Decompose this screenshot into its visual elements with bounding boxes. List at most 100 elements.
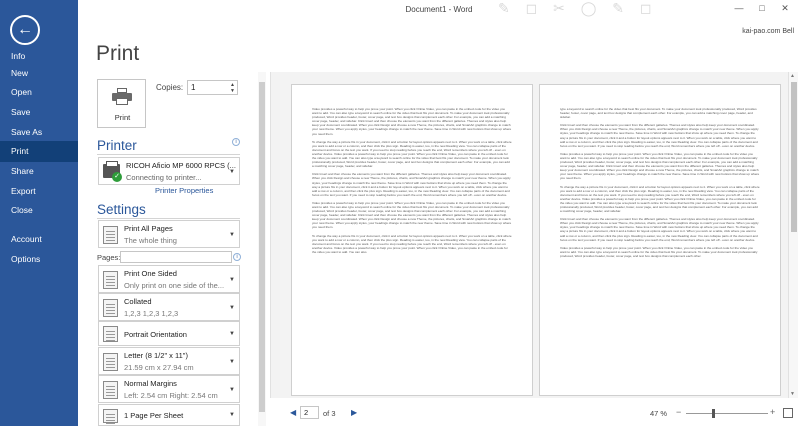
collated-icon: [103, 299, 118, 317]
chevron-down-icon: ▼: [229, 169, 235, 175]
divider: [97, 218, 240, 219]
window-title: Document1 - Word: [405, 5, 473, 14]
zoom-slider-thumb[interactable]: [712, 409, 716, 418]
nav-item-save[interactable]: Save: [0, 102, 78, 123]
close-icon[interactable]: ✕: [774, 3, 796, 14]
nav-item-close[interactable]: Close: [0, 200, 78, 221]
previous-page-icon[interactable]: ◀: [290, 408, 296, 417]
printer-section-title: Printer: [97, 138, 137, 153]
nav-item-print[interactable]: Print: [0, 141, 78, 162]
paper-size-dropdown[interactable]: Letter (8 1/2" x 11") 21.59 cm x 27.94 c…: [98, 347, 240, 375]
orientation-dropdown[interactable]: Portrait Orientation ▼: [98, 321, 240, 346]
info-icon[interactable]: i: [233, 253, 241, 261]
portrait-icon: [103, 326, 118, 342]
zoom-to-page-icon[interactable]: [783, 408, 793, 418]
one-sided-icon: [103, 271, 118, 289]
preview-page-left: Video provides a powerful way to help yo…: [291, 84, 533, 396]
title-bar: ✎ ◻ ✂ ◯ ✎ ◻ Document1 - Word — □ ✕: [78, 0, 800, 24]
nav-item-share[interactable]: Share: [0, 161, 78, 182]
page-text: Video provides a powerful way to help yo…: [312, 107, 512, 391]
preview-paragraph: To change the way a picture fits in your…: [560, 184, 760, 214]
settings-section-title: Settings: [97, 202, 146, 217]
user-account-name[interactable]: kai-pao.com Bell: [742, 28, 794, 35]
margins-icon: [103, 381, 118, 399]
collation-dropdown[interactable]: Collated 1,2,3 1,2,3 1,2,3 ▼: [98, 293, 240, 321]
scroll-down-icon[interactable]: ▼: [790, 391, 795, 397]
settings-scrollbar[interactable]: [258, 72, 266, 426]
copies-value: 1: [191, 83, 196, 92]
setting-label: Collated: [124, 297, 152, 306]
preview-paragraph: type a keyword to search online for the …: [560, 107, 757, 120]
preview-paragraph: Click Insert and then choose the element…: [560, 123, 759, 148]
chevron-down-icon: ▼: [229, 277, 235, 283]
printer-dropdown[interactable]: ✓ RICOH Aficio MP 6000 RPCS (... Connect…: [98, 157, 240, 185]
pages-label: Pages:: [97, 253, 121, 262]
pages-input[interactable]: [120, 251, 232, 263]
preview-scrollbar[interactable]: ▲ ▼: [788, 72, 798, 398]
paper-size-icon: [103, 353, 118, 371]
margins-dropdown[interactable]: Normal Margins Left: 2.54 cm Right: 2.54…: [98, 375, 240, 403]
nav-item-export[interactable]: Export: [0, 181, 78, 202]
preview-paragraph: Video provides a powerful way to help yo…: [560, 151, 760, 181]
pages-icon: [103, 226, 118, 244]
current-page-input[interactable]: 2: [300, 406, 319, 419]
print-preview: Video provides a powerful way to help yo…: [270, 72, 788, 398]
preview-paragraph: Video provides a powerful way to help yo…: [560, 245, 758, 258]
nav-item-options[interactable]: Options: [0, 249, 78, 270]
page-count: of 3: [323, 409, 336, 418]
back-arrow-icon[interactable]: ←: [10, 15, 40, 45]
check-icon: ✓: [112, 172, 122, 182]
setting-label: Letter (8 1/2" x 11"): [124, 351, 188, 360]
zoom-slider[interactable]: [686, 413, 768, 414]
preview-paragraph: Click Insert and then choose the element…: [312, 172, 511, 197]
info-icon[interactable]: i: [232, 138, 240, 146]
printer-name: RICOH Aficio MP 6000 RPCS (...: [126, 161, 236, 170]
preview-page-right: type a keyword to search online for the …: [539, 84, 781, 396]
preview-paragraph: Click Insert and then choose the element…: [560, 217, 759, 242]
word-print-backstage: ← Info New Open Save Save As Print Share…: [0, 0, 800, 426]
scrollbar-thumb[interactable]: [259, 82, 265, 412]
zoom-in-icon[interactable]: +: [770, 407, 775, 417]
nav-item-new[interactable]: New: [0, 63, 78, 84]
setting-label: Print One Sided: [124, 269, 177, 278]
page-text: type a keyword to search online for the …: [560, 107, 760, 391]
setting-description: 21.59 cm x 27.94 cm: [124, 363, 194, 372]
setting-description: 1,2,3 1,2,3 1,2,3: [124, 309, 179, 318]
pages-per-sheet-dropdown[interactable]: 1 Page Per Sheet ▼: [98, 404, 240, 426]
preview-paragraph: To change the way a picture fits in your…: [312, 233, 512, 254]
setting-label: 1 Page Per Sheet: [124, 411, 184, 420]
chevron-down-icon: ▼: [229, 305, 235, 311]
setting-label: Normal Margins: [124, 379, 177, 388]
nav-item-save-as[interactable]: Save As: [0, 122, 78, 143]
sides-dropdown[interactable]: Print One Sided Only print on one side o…: [98, 265, 240, 293]
print-button-label: Print: [114, 113, 131, 122]
next-page-icon[interactable]: ▶: [351, 408, 357, 417]
chevron-down-icon: ▼: [229, 387, 235, 393]
zoom-level[interactable]: 47 %: [650, 409, 667, 418]
print-range-dropdown[interactable]: Print All Pages The whole thing ▼: [98, 220, 240, 248]
setting-description: Left: 2.54 cm Right: 2.54 cm: [124, 391, 218, 400]
restore-icon[interactable]: □: [751, 3, 773, 13]
setting-label: Print All Pages: [124, 224, 173, 233]
chevron-down-icon: ▼: [229, 331, 235, 337]
chevron-down-icon: ▼: [229, 232, 235, 238]
scrollbar-thumb[interactable]: [791, 82, 797, 232]
setting-description: Only print on one side of the...: [124, 281, 225, 290]
printer-status: Connecting to printer...: [126, 173, 202, 182]
minimize-icon[interactable]: —: [728, 3, 750, 13]
nav-item-open[interactable]: Open: [0, 82, 78, 103]
chevron-down-icon: ▼: [229, 412, 235, 418]
chevron-down-icon: ▼: [229, 359, 235, 365]
print-button[interactable]: Print: [97, 79, 146, 128]
spin-arrows-icon[interactable]: ▲ ▼: [230, 82, 235, 94]
setting-description: The whole thing: [124, 236, 177, 245]
zoom-out-icon[interactable]: −: [676, 407, 681, 417]
backstage-nav: ← Info New Open Save Save As Print Share…: [0, 0, 78, 426]
nav-item-account[interactable]: Account: [0, 229, 78, 250]
printer-properties-link[interactable]: Printer Properties: [155, 186, 213, 195]
divider: [97, 154, 240, 155]
preview-paragraph: Video provides a powerful way to help yo…: [312, 200, 512, 230]
scroll-up-icon[interactable]: ▲: [790, 73, 795, 79]
copies-stepper[interactable]: 1 ▲ ▼: [187, 80, 238, 95]
preview-paragraph: To change the way a picture fits in your…: [312, 139, 512, 169]
